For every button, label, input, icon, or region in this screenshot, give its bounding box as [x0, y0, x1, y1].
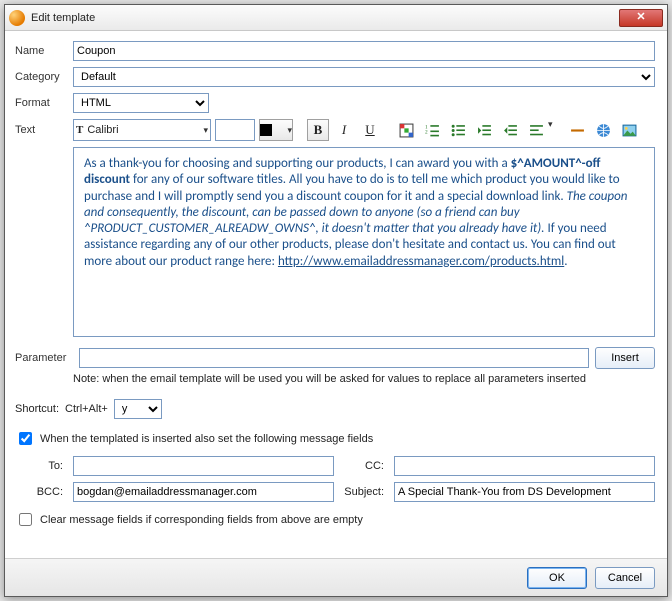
font-name-value: Calibri: [87, 124, 118, 136]
font-family-select[interactable]: T Calibri ▾: [73, 119, 211, 141]
font-color-button[interactable]: ▾: [259, 119, 293, 141]
ok-button[interactable]: OK: [527, 567, 587, 589]
subject-label: Subject:: [342, 486, 386, 498]
bullet-list-button[interactable]: [447, 119, 469, 141]
align-menu-button[interactable]: [525, 119, 547, 141]
rich-text-editor[interactable]: As a thank-you for choosing and supporti…: [73, 147, 655, 337]
set-fields-checkbox[interactable]: [19, 432, 32, 445]
body-seg: .: [564, 254, 567, 269]
color-swatch-icon: [260, 124, 272, 136]
font-size-input[interactable]: [215, 119, 255, 141]
category-label: Category: [15, 71, 73, 83]
format-select[interactable]: HTML: [73, 93, 209, 113]
parameter-input[interactable]: [79, 348, 589, 368]
clear-fields-label: Clear message fields if corresponding fi…: [40, 514, 363, 526]
body-seg: for any of our software titles. All you …: [84, 172, 620, 203]
dialog-window: Edit template ✕ Name Category Default Fo…: [4, 4, 668, 597]
body-seg: As a thank-you for choosing and supporti…: [84, 156, 511, 171]
hyperlink-button[interactable]: [593, 119, 615, 141]
window-title: Edit template: [31, 12, 619, 24]
set-fields-label: When the templated is inserted also set …: [40, 433, 373, 445]
chevron-down-icon: ▾: [287, 125, 292, 136]
numbered-list-button[interactable]: 12: [421, 119, 443, 141]
cc-label: CC:: [342, 460, 386, 472]
highlight-button[interactable]: [395, 119, 417, 141]
horizontal-rule-button[interactable]: [567, 119, 589, 141]
text-label: Text: [15, 124, 73, 136]
bold-button[interactable]: B: [307, 119, 329, 141]
titlebar[interactable]: Edit template ✕: [5, 5, 667, 31]
italic-button[interactable]: I: [333, 119, 355, 141]
cancel-button[interactable]: Cancel: [595, 567, 655, 589]
shortcut-label: Shortcut:: [15, 403, 59, 415]
app-icon: [9, 10, 25, 26]
bcc-label: BCC:: [15, 486, 65, 498]
svg-text:2: 2: [425, 129, 428, 135]
dialog-content: Name Category Default Format HTML Text: [5, 31, 667, 596]
format-label: Format: [15, 97, 73, 109]
chevron-down-icon: ▾: [548, 119, 553, 141]
parameter-note: Note: when the email template will be us…: [73, 373, 655, 385]
underline-button[interactable]: U: [359, 119, 381, 141]
to-label: To:: [15, 460, 65, 472]
shortcut-key-select[interactable]: y: [114, 399, 162, 419]
name-input[interactable]: [73, 41, 655, 61]
indent-button[interactable]: [499, 119, 521, 141]
insert-button[interactable]: Insert: [595, 347, 655, 369]
clear-fields-checkbox[interactable]: [19, 513, 32, 526]
name-label: Name: [15, 45, 73, 57]
font-glyph-icon: T: [76, 124, 83, 136]
outdent-button[interactable]: [473, 119, 495, 141]
body-link[interactable]: http://www.emailaddressmanager.com/produ…: [278, 254, 564, 269]
category-select[interactable]: Default: [73, 67, 655, 87]
parameter-label: Parameter: [15, 352, 73, 364]
shortcut-prefix: Ctrl+Alt+: [65, 403, 108, 415]
dialog-button-bar: OK Cancel: [5, 558, 667, 596]
subject-input[interactable]: [394, 482, 655, 502]
cc-input[interactable]: [394, 456, 655, 476]
bcc-input[interactable]: [73, 482, 334, 502]
close-button[interactable]: ✕: [619, 9, 663, 27]
insert-image-button[interactable]: [619, 119, 641, 141]
to-input[interactable]: [73, 456, 334, 476]
chevron-down-icon: ▾: [203, 125, 208, 136]
